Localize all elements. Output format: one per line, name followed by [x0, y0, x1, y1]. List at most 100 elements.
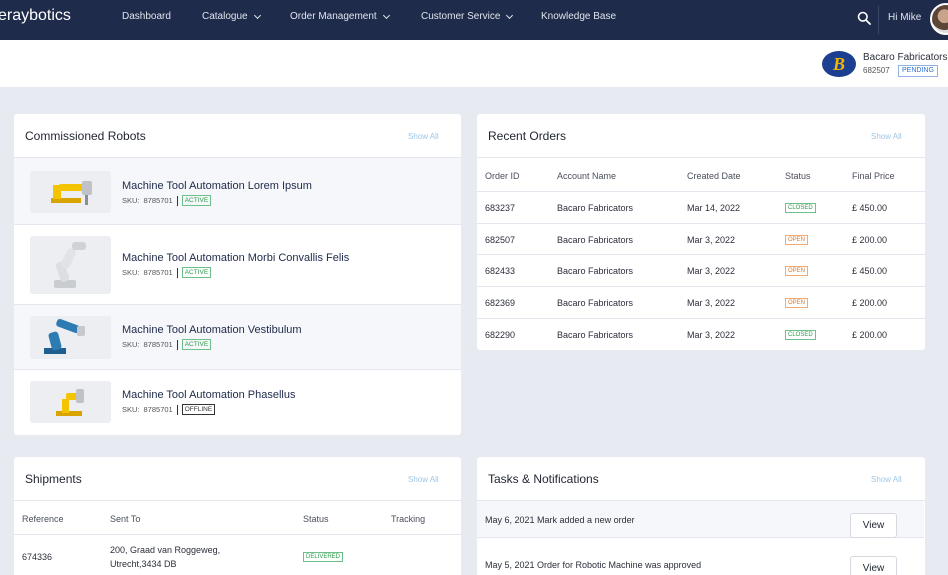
robot-image: [30, 381, 111, 423]
card-title: Shipments: [25, 472, 82, 486]
robot-status-badge: ACTIVE: [181, 195, 212, 206]
nav-order-management[interactable]: Order Management: [290, 11, 390, 22]
user-avatar[interactable]: [930, 3, 948, 35]
column-header-order-id[interactable]: Order ID: [485, 171, 520, 181]
robot-list-item[interactable]: Machine Tool Automation Vestibulum SKU: …: [14, 305, 461, 370]
order-id[interactable]: 682433: [485, 266, 515, 276]
shipment-address-line1: 200, Graad van Roggeweg,: [110, 545, 221, 555]
robot-sku: SKU: 8785701 ACTIVE: [122, 339, 212, 350]
nav-knowledge-base[interactable]: Knowledge Base: [541, 11, 616, 22]
order-price: £ 450.00: [852, 203, 888, 213]
robot-name[interactable]: Machine Tool Automation Phasellus: [122, 389, 295, 401]
order-price: £ 200.00: [852, 298, 888, 308]
nav-divider: [878, 6, 879, 34]
sku-label: SKU:: [122, 405, 140, 414]
tasks-notifications-card: Tasks & Notifications Show All May 6, 20…: [477, 457, 925, 575]
robot-sku: SKU: 8785701 ACTIVE: [122, 195, 212, 206]
order-date: Mar 3, 2022: [687, 266, 736, 276]
sku-value: 8785701: [143, 340, 173, 349]
robot-sku: SKU: 8785701 ACTIVE: [122, 267, 212, 278]
order-id[interactable]: 682290: [485, 330, 515, 340]
robot-name[interactable]: Machine Tool Automation Morbi Convallis …: [122, 252, 349, 264]
robots-show-all-link[interactable]: Show All: [408, 132, 439, 141]
column-header-reference[interactable]: Reference: [22, 514, 64, 524]
nav-dashboard[interactable]: Dashboard: [122, 11, 171, 22]
order-id[interactable]: 683237: [485, 203, 515, 213]
order-date: Mar 3, 2022: [687, 298, 736, 308]
nav-knowledge-base-label: Knowledge Base: [541, 11, 617, 22]
search-icon[interactable]: [857, 11, 871, 25]
robot-status-badge: ACTIVE: [181, 339, 212, 350]
column-header-final-price[interactable]: Final Price: [852, 171, 895, 181]
company-logo: B: [822, 51, 856, 77]
order-price: £ 200.00: [852, 330, 888, 340]
robot-image: [30, 171, 111, 213]
robot-status-badge: ACTIVE: [181, 267, 212, 278]
nav-catalogue-label: Catalogue: [202, 11, 248, 22]
order-status-badge: CLOSED: [785, 203, 816, 213]
order-status-badge: OPEN: [785, 266, 809, 276]
order-status-badge: OPEN: [785, 298, 809, 308]
order-date: Mar 3, 2022: [687, 330, 736, 340]
order-date: Mar 14, 2022: [687, 203, 741, 213]
column-header-created-date[interactable]: Created Date: [687, 171, 741, 181]
nav-order-management-label: Order Management: [290, 11, 377, 22]
sku-label: SKU:: [122, 340, 140, 349]
chevron-down-icon: [253, 11, 261, 19]
order-id[interactable]: 682369: [485, 298, 515, 308]
nav-customer-service[interactable]: Customer Service: [421, 11, 514, 22]
robot-sku: SKU: 8785701 OFFLINE: [122, 404, 216, 415]
row-divider: [14, 534, 461, 535]
view-button[interactable]: View: [850, 556, 897, 575]
row-divider: [477, 286, 925, 287]
top-nav-bar: eraybotics Dashboard Catalogue Order Man…: [0, 0, 948, 40]
nav-catalogue[interactable]: Catalogue: [202, 11, 261, 22]
column-header-status[interactable]: Status: [303, 514, 329, 524]
company-status-badge: PENDING: [898, 65, 938, 77]
robot-list-item[interactable]: Machine Tool Automation Morbi Convallis …: [14, 225, 461, 305]
robot-list-item[interactable]: Machine Tool Automation Lorem Ipsum SKU:…: [14, 158, 461, 225]
sku-separator: [176, 404, 178, 415]
card-divider: [477, 157, 925, 158]
sku-separator: [176, 195, 178, 206]
order-account: Bacaro Fabricators: [557, 330, 634, 340]
sku-value: 8785701: [143, 196, 173, 205]
tasks-show-all-link[interactable]: Show All: [871, 475, 902, 484]
user-greeting[interactable]: Hi Mike: [888, 12, 921, 23]
order-price: £ 200.00: [852, 235, 888, 245]
sku-separator: [176, 339, 178, 350]
notification-text: May 5, 2021 Order for Robotic Machine wa…: [485, 560, 702, 570]
row-divider: [477, 191, 925, 192]
card-divider: [14, 500, 461, 501]
order-id[interactable]: 682507: [485, 235, 515, 245]
chevron-down-icon: [506, 11, 514, 19]
robot-name[interactable]: Machine Tool Automation Lorem Ipsum: [122, 180, 312, 192]
shipments-card: Shipments Show All Reference Sent To Sta…: [14, 457, 461, 575]
notification-item: May 6, 2021 Mark added a new order View: [477, 501, 924, 538]
sku-separator: [176, 267, 178, 278]
company-header: B Bacaro Fabricators 682507 PENDING: [0, 40, 948, 87]
shipment-reference[interactable]: 674336: [22, 552, 52, 562]
shipment-address-line2: Utrecht,3434 DB: [110, 559, 177, 569]
company-name: Bacaro Fabricators: [863, 52, 948, 63]
column-header-status[interactable]: Status: [785, 171, 811, 181]
row-divider: [477, 254, 925, 255]
column-header-tracking[interactable]: Tracking: [391, 514, 425, 524]
column-header-sent-to[interactable]: Sent To: [110, 514, 140, 524]
nav-customer-service-label: Customer Service: [421, 11, 501, 22]
row-divider: [477, 318, 925, 319]
robot-status-badge: OFFLINE: [181, 404, 216, 415]
column-header-account-name[interactable]: Account Name: [557, 171, 616, 181]
robot-image: [30, 316, 111, 359]
orders-show-all-link[interactable]: Show All: [871, 132, 902, 141]
sku-value: 8785701: [143, 405, 173, 414]
brand-logo-text[interactable]: eraybotics: [0, 7, 71, 25]
robot-list-item[interactable]: Machine Tool Automation Phasellus SKU: 8…: [14, 370, 461, 435]
robot-name[interactable]: Machine Tool Automation Vestibulum: [122, 324, 302, 336]
shipments-show-all-link[interactable]: Show All: [408, 475, 439, 484]
order-status-badge: CLOSED: [785, 330, 816, 340]
order-price: £ 450.00: [852, 266, 888, 276]
robot-image: [30, 236, 111, 294]
card-title: Commissioned Robots: [25, 129, 146, 143]
view-button[interactable]: View: [850, 513, 897, 538]
